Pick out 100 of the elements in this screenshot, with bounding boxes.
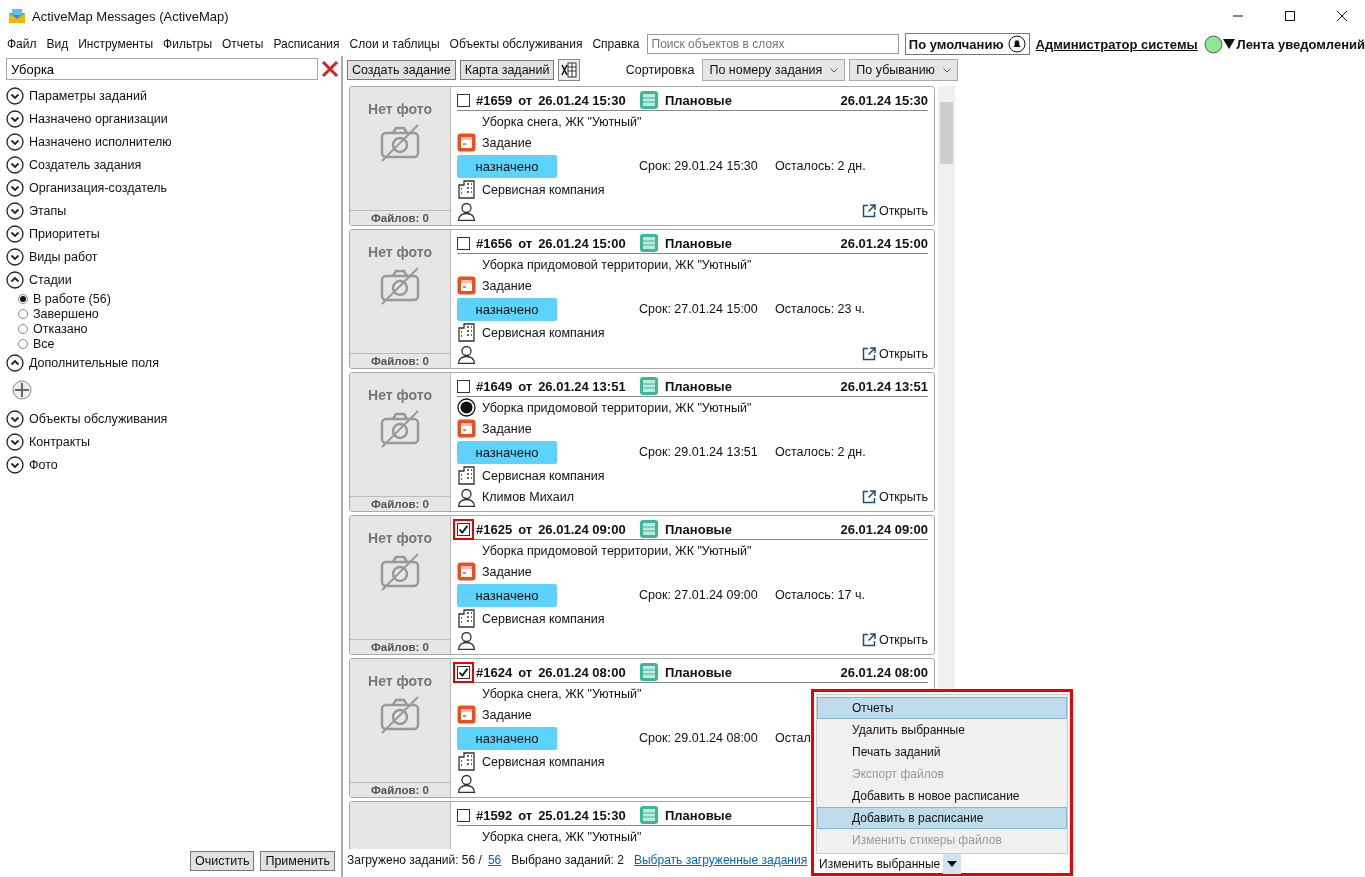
radio-button[interactable] bbox=[18, 308, 28, 319]
task-card[interactable] bbox=[349, 372, 935, 512]
external-link-icon bbox=[861, 490, 876, 504]
calendar-icon bbox=[639, 376, 659, 396]
menu-item[interactable]: Фильтры bbox=[158, 37, 217, 51]
expand-icon[interactable] bbox=[6, 86, 24, 105]
building-icon bbox=[457, 466, 476, 485]
expand-icon[interactable] bbox=[6, 247, 24, 266]
select-loaded-link[interactable]: Выбрать загруженные задания bbox=[633, 853, 808, 867]
notifications-toggle[interactable]: Лента уведомлений bbox=[1222, 36, 1365, 52]
created-date: 26.01.24 15:00 bbox=[538, 235, 626, 251]
category-label: Плановые bbox=[665, 807, 732, 823]
expand-icon[interactable] bbox=[6, 155, 24, 174]
time-remaining: Осталось: 23 ч. bbox=[775, 302, 866, 316]
add-icon[interactable] bbox=[12, 380, 32, 400]
total-count-link[interactable]: 56 bbox=[487, 853, 502, 867]
task-type-icon bbox=[457, 133, 476, 152]
filter-section-label[interactable]: Виды работ bbox=[29, 249, 98, 264]
toolbar-button[interactable]: Карта заданий bbox=[459, 60, 555, 80]
excel-export-icon[interactable] bbox=[558, 59, 581, 81]
maximize-icon[interactable] bbox=[1285, 11, 1295, 21]
collapse-icon[interactable] bbox=[6, 270, 24, 289]
change-selected-button[interactable]: Изменить выбранные bbox=[816, 856, 944, 872]
calendar-icon bbox=[639, 233, 659, 253]
radio-button[interactable] bbox=[18, 323, 28, 334]
expand-icon[interactable] bbox=[6, 132, 24, 151]
filter-section-label[interactable]: Организация-создатель bbox=[29, 180, 168, 195]
open-link[interactable]: Открыть bbox=[861, 490, 928, 504]
filter-section-label[interactable]: Этапы bbox=[29, 203, 67, 218]
toolbar-button[interactable]: Создать задание bbox=[347, 60, 456, 80]
filter-section-label[interactable]: Контракты bbox=[29, 434, 91, 449]
created-date: 25.01.24 15:30 bbox=[538, 807, 626, 823]
menu-item[interactable]: Расписания bbox=[268, 37, 345, 51]
menu-option[interactable]: Добавить в расписание bbox=[817, 807, 1067, 829]
radio-label[interactable]: В работе (56) bbox=[33, 291, 111, 306]
menu-option[interactable]: Отчеты bbox=[817, 697, 1067, 719]
task-number: #1659 bbox=[476, 92, 513, 108]
open-link[interactable]: Открыть bbox=[861, 347, 928, 361]
expand-icon[interactable] bbox=[6, 178, 24, 197]
camera-off-icon bbox=[379, 266, 421, 306]
external-link-icon bbox=[861, 204, 876, 218]
external-link-icon bbox=[861, 347, 876, 361]
no-photo-label: Нет фото bbox=[368, 673, 432, 689]
filter-section-label[interactable]: Создатель задания bbox=[29, 157, 142, 172]
filter-section-label[interactable]: Параметры заданий bbox=[29, 88, 147, 103]
menu-item[interactable]: Отчеты bbox=[217, 37, 269, 51]
dropdown-caret-icon[interactable] bbox=[943, 854, 962, 874]
filter-button[interactable]: Очистить bbox=[190, 851, 255, 871]
radio-button[interactable] bbox=[18, 338, 28, 349]
filter-button[interactable]: Применить bbox=[260, 851, 335, 871]
menu-item[interactable]: Слои и таблицы bbox=[344, 37, 445, 51]
created-date: 26.01.24 15:30 bbox=[538, 92, 626, 108]
radio-label[interactable]: Отказано bbox=[33, 321, 88, 336]
task-card[interactable]: Нет фото Файлов: 0 #1659 от 26.01.24 15:30 Плановые 26.01.24 15:30 Уборка снега, ЖК "Уютный" Задание назначено Срок: 29.01.24 15:30 Осталось: 2 дн. Сервисная компания Открыть bbox=[349, 86, 935, 226]
loaded-count: Загружено заданий: 56 / bbox=[347, 853, 482, 867]
open-link[interactable]: Открыть bbox=[861, 204, 928, 218]
checkbox[interactable] bbox=[457, 808, 470, 822]
status-badge: назначено bbox=[457, 726, 557, 750]
close-icon[interactable] bbox=[1337, 11, 1347, 21]
expand-icon[interactable] bbox=[6, 409, 24, 428]
expand-icon[interactable] bbox=[6, 224, 24, 243]
task-title: Уборка снега, ЖК "Уютный" bbox=[482, 114, 642, 129]
sort-field-dropdown[interactable]: По номеру задания bbox=[702, 59, 846, 81]
expand-icon[interactable] bbox=[6, 455, 24, 474]
menu-item[interactable]: Инструменты bbox=[73, 37, 159, 51]
expand-icon[interactable] bbox=[6, 432, 24, 451]
filter-section-label[interactable]: Стадии bbox=[29, 272, 72, 287]
collapse-icon[interactable] bbox=[6, 353, 24, 372]
task-date: 26.01.24 08:00 bbox=[840, 664, 928, 680]
task-card[interactable]: Нет фото Файлов: 0 #1656 от 26.01.24 15:00 Плановые 26.01.24 15:00 Уборка придомовой территории, ЖК "Уютный" Задание назначено Срок: 27.01.24 15:00 Осталось: 23 ч. Сервисная компания Открыть bbox=[349, 229, 935, 369]
task-title: Уборка снега, ЖК "Уютный" bbox=[482, 686, 642, 701]
task-card[interactable]: Нет фото Файлов: 0 #1625 от 26.01.24 09:00 Плановые 26.01.24 09:00 Уборка придомовой территории, ЖК "Уютный" Задание назначено Срок: 27.01.24 09:00 Осталось: 17 ч. Сервисная компания Открыть bbox=[349, 515, 935, 655]
checkbox[interactable] bbox=[457, 379, 470, 393]
clear-icon[interactable] bbox=[320, 59, 340, 79]
user-link[interactable]: Администратор системы bbox=[1035, 36, 1198, 52]
menu-item[interactable]: Объекты обслуживания bbox=[444, 37, 588, 51]
filter-section-label[interactable]: Объекты обслуживания bbox=[29, 411, 168, 426]
menu-item[interactable]: Файл bbox=[2, 37, 42, 51]
radio-label[interactable]: Все bbox=[33, 336, 55, 351]
no-photo-label: Нет фото bbox=[368, 244, 432, 260]
filter-section-label[interactable]: Назначено организации bbox=[29, 111, 168, 126]
checkbox[interactable] bbox=[457, 236, 470, 250]
radio-label[interactable]: Завершено bbox=[33, 306, 99, 321]
menu-item[interactable]: Справка bbox=[587, 37, 645, 51]
radio-button[interactable] bbox=[18, 293, 28, 304]
filter-section-label[interactable]: Фото bbox=[29, 457, 58, 472]
default-view-button[interactable]: По умолчанию bbox=[904, 33, 1030, 55]
filter-section-label[interactable]: Дополнительные поля bbox=[29, 355, 159, 370]
filter-section-label[interactable]: Назначено исполнителю bbox=[29, 134, 172, 149]
files-count: Файлов: 0 bbox=[350, 639, 450, 654]
open-link[interactable]: Открыть bbox=[861, 633, 928, 647]
task-title: Уборка придомовой территории, ЖК "Уютный" bbox=[482, 400, 752, 415]
menu-item[interactable]: Вид bbox=[41, 37, 74, 51]
filter-search-field[interactable]: Уборка bbox=[6, 58, 318, 80]
layer-search-field[interactable]: Поиск объектов в слоях bbox=[646, 34, 899, 54]
expand-icon[interactable] bbox=[6, 109, 24, 128]
expand-icon[interactable] bbox=[6, 201, 24, 220]
checkbox[interactable] bbox=[457, 93, 470, 107]
sort-order-dropdown[interactable]: По убыванию bbox=[849, 59, 958, 81]
filter-section-label[interactable]: Приоритеты bbox=[29, 226, 100, 241]
